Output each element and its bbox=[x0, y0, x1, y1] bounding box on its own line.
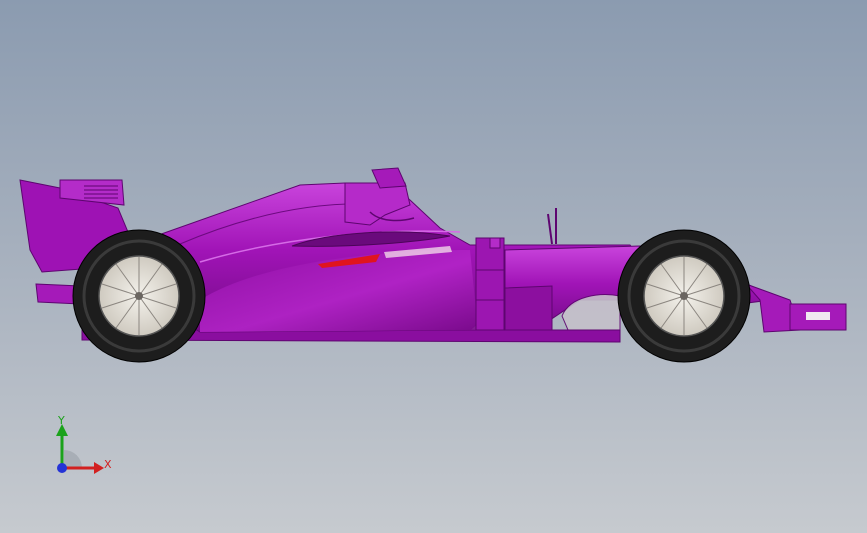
f1-car-model[interactable] bbox=[0, 0, 867, 533]
mirror[interactable] bbox=[547, 208, 557, 245]
x-axis-label: X bbox=[104, 458, 112, 471]
front-wing[interactable] bbox=[745, 283, 847, 333]
suspension[interactable] bbox=[475, 237, 505, 331]
z-axis-point bbox=[57, 463, 67, 473]
rear-wheel[interactable] bbox=[72, 229, 206, 363]
graphics-viewport[interactable]: Y X bbox=[0, 0, 867, 533]
front-wheel[interactable] bbox=[617, 229, 751, 363]
y-axis-label: Y bbox=[57, 414, 65, 427]
reference-triad[interactable]: Y X bbox=[40, 410, 120, 490]
